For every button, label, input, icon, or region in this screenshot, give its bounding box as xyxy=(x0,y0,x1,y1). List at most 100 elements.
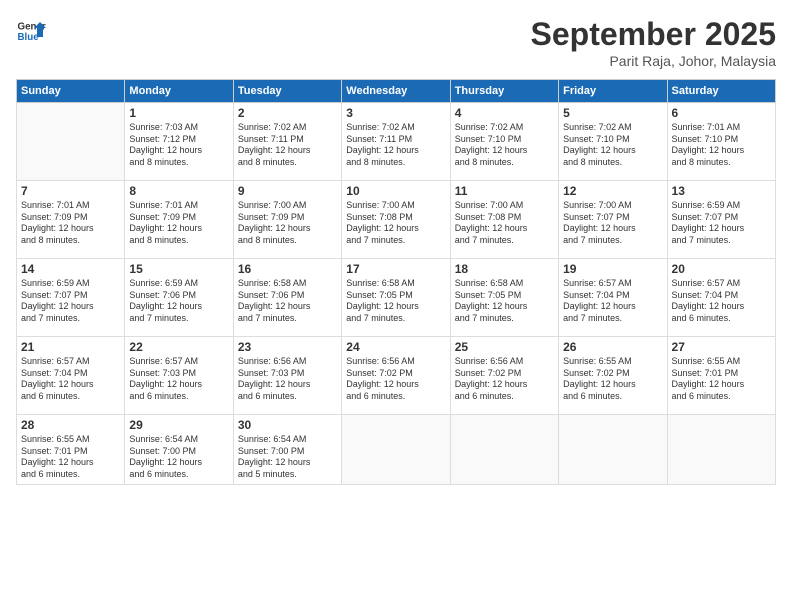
table-row: 8Sunrise: 7:01 AM Sunset: 7:09 PM Daylig… xyxy=(125,181,233,259)
table-row: 6 Sunrise: 7:01 AM Sunset: 7:10 PM Daylig… xyxy=(667,103,775,181)
day-number: 6 xyxy=(672,106,771,120)
day-number: 20 xyxy=(672,262,771,276)
logo-icon: General Blue xyxy=(16,16,46,46)
day-number: 15 xyxy=(129,262,228,276)
table-row xyxy=(450,415,558,485)
day-number: 8 xyxy=(129,184,228,198)
col-saturday: Saturday xyxy=(667,80,775,103)
table-row: 10 Sunrise: 7:00 AM Sunset: 7:08 PM Dayli… xyxy=(342,181,450,259)
page: General Blue September 2025 Parit Raja, … xyxy=(0,0,792,612)
day-info: Sunrise: 7:00 AM Sunset: 7:08 PM Dayligh… xyxy=(346,200,445,247)
day-number: 14 xyxy=(21,262,120,276)
day-info: Sunrise: 7:00 AM Sunset: 7:08 PM Dayligh… xyxy=(455,200,554,247)
table-row: 29 Sunrise: 6:54 AM Sunset: 7:00 PM Dayli… xyxy=(125,415,233,485)
header: General Blue September 2025 Parit Raja, … xyxy=(16,16,776,69)
day-number: 28 xyxy=(21,418,120,432)
day-info: Sunrise: 6:57 AM Sunset: 7:03 PM Dayligh… xyxy=(129,356,228,403)
table-row: 1Sunrise: 7:03 AM Sunset: 7:12 PM Daylig… xyxy=(125,103,233,181)
calendar-header-row: Sunday Monday Tuesday Wednesday Thursday… xyxy=(17,80,776,103)
table-row xyxy=(667,415,775,485)
col-friday: Friday xyxy=(559,80,667,103)
table-row: 15 Sunrise: 6:59 AM Sunset: 7:06 PM Dayli… xyxy=(125,259,233,337)
day-info: Sunrise: 6:55 AM Sunset: 7:01 PM Dayligh… xyxy=(672,356,771,403)
day-info: Sunrise: 6:54 AM Sunset: 7:00 PM Dayligh… xyxy=(238,434,337,481)
day-info: Sunrise: 7:01 AM Sunset: 7:10 PM Dayligh… xyxy=(672,122,771,169)
day-number: 22 xyxy=(129,340,228,354)
table-row: 25Sunrise: 6:56 AM Sunset: 7:02 PM Dayli… xyxy=(450,337,558,415)
table-row: 3 Sunrise: 7:02 AM Sunset: 7:11 PM Daylig… xyxy=(342,103,450,181)
day-info: Sunrise: 6:59 AM Sunset: 7:07 PM Dayligh… xyxy=(672,200,771,247)
table-row: 17 Sunrise: 6:58 AM Sunset: 7:05 PM Dayli… xyxy=(342,259,450,337)
day-number: 24 xyxy=(346,340,445,354)
day-number: 18 xyxy=(455,262,554,276)
svg-text:Blue: Blue xyxy=(18,32,40,43)
day-info: Sunrise: 6:54 AM Sunset: 7:00 PM Dayligh… xyxy=(129,434,228,481)
day-number: 23 xyxy=(238,340,337,354)
day-info: Sunrise: 6:56 AM Sunset: 7:02 PM Dayligh… xyxy=(455,356,554,403)
day-info: Sunrise: 6:57 AM Sunset: 7:04 PM Dayligh… xyxy=(21,356,120,403)
table-row: 23 Sunrise: 6:56 AM Sunset: 7:03 PM Dayli… xyxy=(233,337,341,415)
day-info: Sunrise: 6:56 AM Sunset: 7:03 PM Dayligh… xyxy=(238,356,337,403)
table-row: 16Sunrise: 6:58 AM Sunset: 7:06 PM Dayli… xyxy=(233,259,341,337)
table-row: 21 Sunrise: 6:57 AM Sunset: 7:04 PM Dayli… xyxy=(17,337,125,415)
day-info: Sunrise: 6:59 AM Sunset: 7:06 PM Dayligh… xyxy=(129,278,228,325)
day-info: Sunrise: 6:55 AM Sunset: 7:01 PM Dayligh… xyxy=(21,434,120,481)
day-number: 10 xyxy=(346,184,445,198)
day-number: 2 xyxy=(238,106,337,120)
table-row: 2 Sunrise: 7:02 AM Sunset: 7:11 PM Daylig… xyxy=(233,103,341,181)
table-row: 19Sunrise: 6:57 AM Sunset: 7:04 PM Dayli… xyxy=(559,259,667,337)
col-wednesday: Wednesday xyxy=(342,80,450,103)
table-row: 7 Sunrise: 7:01 AM Sunset: 7:09 PM Daylig… xyxy=(17,181,125,259)
logo: General Blue xyxy=(16,16,46,46)
table-row: 24Sunrise: 6:56 AM Sunset: 7:02 PM Dayli… xyxy=(342,337,450,415)
day-number: 3 xyxy=(346,106,445,120)
day-number: 13 xyxy=(672,184,771,198)
day-info: Sunrise: 7:02 AM Sunset: 7:10 PM Dayligh… xyxy=(455,122,554,169)
day-number: 11 xyxy=(455,184,554,198)
day-info: Sunrise: 6:58 AM Sunset: 7:05 PM Dayligh… xyxy=(346,278,445,325)
table-row: 28 Sunrise: 6:55 AM Sunset: 7:01 PM Dayli… xyxy=(17,415,125,485)
table-row: 26 Sunrise: 6:55 AM Sunset: 7:02 PM Dayli… xyxy=(559,337,667,415)
day-number: 21 xyxy=(21,340,120,354)
day-number: 7 xyxy=(21,184,120,198)
day-info: Sunrise: 6:58 AM Sunset: 7:06 PM Dayligh… xyxy=(238,278,337,325)
col-thursday: Thursday xyxy=(450,80,558,103)
col-monday: Monday xyxy=(125,80,233,103)
day-info: Sunrise: 7:01 AM Sunset: 7:09 PM Dayligh… xyxy=(21,200,120,247)
table-row: 30 Sunrise: 6:54 AM Sunset: 7:00 PM Dayli… xyxy=(233,415,341,485)
table-row: 5 Sunrise: 7:02 AM Sunset: 7:10 PM Daylig… xyxy=(559,103,667,181)
table-row: 13 Sunrise: 6:59 AM Sunset: 7:07 PM Dayli… xyxy=(667,181,775,259)
table-row xyxy=(559,415,667,485)
day-number: 17 xyxy=(346,262,445,276)
day-info: Sunrise: 6:57 AM Sunset: 7:04 PM Dayligh… xyxy=(672,278,771,325)
table-row: 9Sunrise: 7:00 AM Sunset: 7:09 PM Daylig… xyxy=(233,181,341,259)
day-info: Sunrise: 7:00 AM Sunset: 7:07 PM Dayligh… xyxy=(563,200,662,247)
title-block: September 2025 Parit Raja, Johor, Malays… xyxy=(531,16,776,69)
day-number: 12 xyxy=(563,184,662,198)
col-tuesday: Tuesday xyxy=(233,80,341,103)
day-info: Sunrise: 6:59 AM Sunset: 7:07 PM Dayligh… xyxy=(21,278,120,325)
col-sunday: Sunday xyxy=(17,80,125,103)
table-row: 12 Sunrise: 7:00 AM Sunset: 7:07 PM Dayli… xyxy=(559,181,667,259)
table-row: 18 Sunrise: 6:58 AM Sunset: 7:05 PM Dayli… xyxy=(450,259,558,337)
table-row: 11 Sunrise: 7:00 AM Sunset: 7:08 PM Dayli… xyxy=(450,181,558,259)
day-number: 5 xyxy=(563,106,662,120)
location-subtitle: Parit Raja, Johor, Malaysia xyxy=(531,53,776,69)
day-number: 26 xyxy=(563,340,662,354)
table-row: 14 Sunrise: 6:59 AM Sunset: 7:07 PM Dayli… xyxy=(17,259,125,337)
table-row xyxy=(17,103,125,181)
day-info: Sunrise: 7:00 AM Sunset: 7:09 PM Dayligh… xyxy=(238,200,337,247)
month-title: September 2025 xyxy=(531,16,776,53)
day-number: 19 xyxy=(563,262,662,276)
day-info: Sunrise: 7:02 AM Sunset: 7:10 PM Dayligh… xyxy=(563,122,662,169)
calendar-table: Sunday Monday Tuesday Wednesday Thursday… xyxy=(16,79,776,485)
table-row: 4Sunrise: 7:02 AM Sunset: 7:10 PM Daylig… xyxy=(450,103,558,181)
day-info: Sunrise: 7:02 AM Sunset: 7:11 PM Dayligh… xyxy=(238,122,337,169)
day-number: 1 xyxy=(129,106,228,120)
day-number: 30 xyxy=(238,418,337,432)
day-info: Sunrise: 6:58 AM Sunset: 7:05 PM Dayligh… xyxy=(455,278,554,325)
table-row xyxy=(342,415,450,485)
day-number: 29 xyxy=(129,418,228,432)
day-info: Sunrise: 7:02 AM Sunset: 7:11 PM Dayligh… xyxy=(346,122,445,169)
day-info: Sunrise: 6:55 AM Sunset: 7:02 PM Dayligh… xyxy=(563,356,662,403)
